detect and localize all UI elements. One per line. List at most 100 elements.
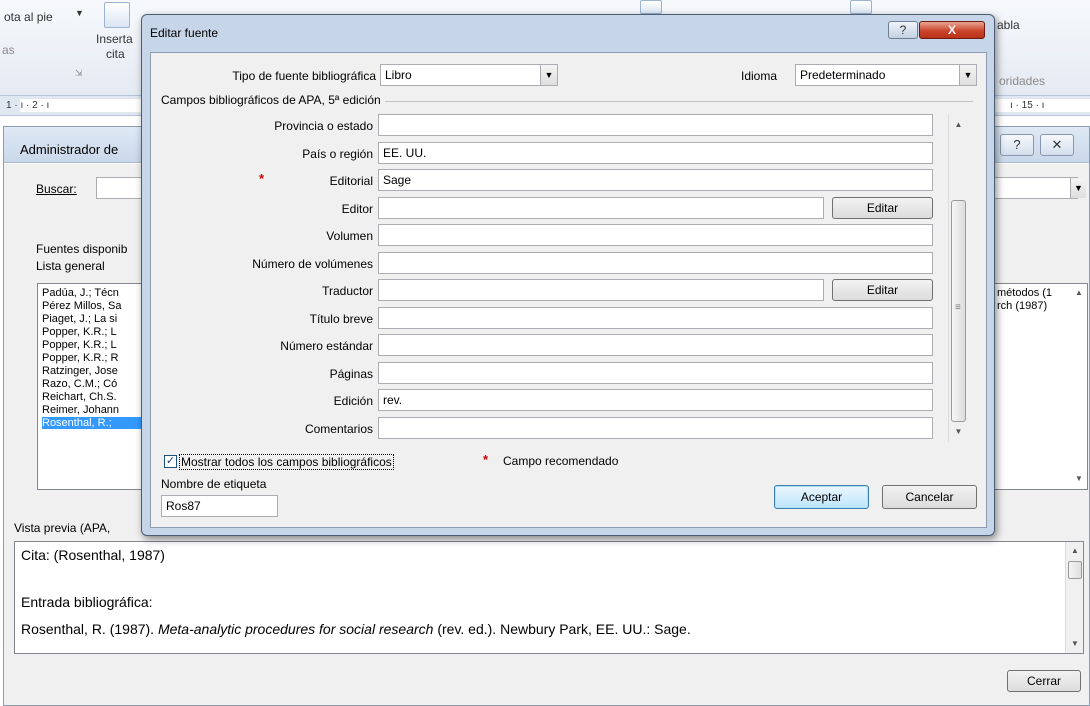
- dialog-launcher-icon[interactable]: ⇲: [75, 68, 83, 79]
- scroll-down-icon[interactable]: ▼: [1073, 474, 1085, 483]
- num-volumes-label: Número de volúmenes: [252, 257, 373, 271]
- show-all-checkbox[interactable]: ✓: [164, 455, 177, 468]
- list-item[interactable]: Pérez Millos, Sa: [42, 300, 121, 312]
- preview-citation: Cita: (Rosenthal, 1987): [21, 547, 165, 563]
- scrollbar-thumb[interactable]: ≡: [951, 200, 966, 422]
- fields-group-label: Campos bibliográficos de APA, 5ª edición: [161, 93, 385, 107]
- publisher-label: Editorial: [329, 174, 373, 188]
- scroll-down-icon[interactable]: ▼: [1066, 639, 1084, 648]
- insert-citation-icon[interactable]: [104, 2, 130, 28]
- source-type-select[interactable]: Libro ▼: [380, 64, 558, 86]
- edit-translator-button[interactable]: Editar: [832, 279, 933, 301]
- authorities-group-label: oridades: [999, 74, 1046, 88]
- volume-label: Volumen: [326, 229, 373, 243]
- scroll-up-icon[interactable]: ▲: [1066, 546, 1084, 555]
- search-label: Buscar:: [36, 182, 77, 196]
- edition-label: Edición: [333, 394, 373, 408]
- edit-source-dialog: Editar fuente ? X Tipo de fuente bibliog…: [141, 14, 995, 536]
- current-source-list[interactable]: métodos (1 rch (1987) ▲ ▼: [994, 283, 1088, 490]
- fields-scrollbar[interactable]: ▲ ≡ ▼: [948, 114, 967, 442]
- help-icon[interactable]: ?: [888, 21, 918, 39]
- source-type-value: Libro: [385, 68, 412, 82]
- editor-label: Editor: [341, 202, 373, 216]
- list-item[interactable]: Ratzinger, Jose: [42, 365, 118, 377]
- preview-label: Vista previa (APA,: [14, 521, 111, 535]
- language-select[interactable]: Predeterminado ▼: [795, 64, 977, 86]
- edit-editor-button[interactable]: Editar: [832, 197, 933, 219]
- list-item[interactable]: rch (1987): [997, 300, 1047, 312]
- close-icon[interactable]: X: [919, 21, 985, 39]
- scroll-up-icon[interactable]: ▲: [949, 120, 968, 129]
- list-item[interactable]: Popper, K.R.; L: [42, 326, 117, 338]
- preview-entry-label: Entrada bibliográfica:: [21, 594, 153, 610]
- master-list-label: Lista general: [36, 259, 105, 273]
- publisher-input[interactable]: Sage: [378, 169, 933, 191]
- preview-entry: Rosenthal, R. (1987). Meta-analytic proc…: [21, 621, 691, 637]
- table-button-label[interactable]: abla: [997, 18, 1020, 32]
- translator-label: Traductor: [322, 284, 373, 298]
- dialog-title: Editar fuente: [150, 26, 219, 40]
- source-type-label: Tipo de fuente bibliográfica: [232, 69, 376, 83]
- pages-label: Páginas: [329, 367, 373, 381]
- master-source-list[interactable]: Padúa, J.; Técn Pérez Millos, Sa Piaget, J…: [37, 283, 152, 490]
- state-label: Provincia o estado: [274, 119, 373, 133]
- required-star-icon: *: [483, 452, 489, 467]
- list-item[interactable]: Reichart, Ch.S.: [42, 391, 117, 403]
- translator-input[interactable]: [378, 279, 824, 301]
- num-volumes-input[interactable]: [378, 252, 933, 274]
- editor-input[interactable]: [378, 197, 824, 219]
- chevron-down-icon[interactable]: ▼: [540, 65, 557, 85]
- comments-input[interactable]: [378, 417, 933, 439]
- pages-input[interactable]: [378, 362, 933, 384]
- tag-name-input[interactable]: Ros87: [161, 495, 278, 517]
- list-item[interactable]: Reimer, Johann: [42, 404, 119, 416]
- list-item[interactable]: Popper, K.R.; L: [42, 339, 117, 351]
- insert-citation-label-1[interactable]: Inserta: [96, 32, 133, 46]
- scroll-up-icon[interactable]: ▲: [1073, 288, 1085, 297]
- volume-input[interactable]: [378, 224, 933, 246]
- cancel-button[interactable]: Cancelar: [882, 485, 977, 509]
- comments-label: Comentarios: [304, 422, 373, 436]
- insert-citation-label-2[interactable]: cita: [106, 47, 125, 61]
- language-value: Predeterminado: [800, 68, 886, 82]
- preview-entry-title: Meta-analytic procedures for social rese…: [157, 621, 434, 637]
- list-item[interactable]: Padúa, J.; Técn: [42, 287, 119, 299]
- scrollbar-thumb[interactable]: [1068, 561, 1082, 579]
- country-label: País o región: [302, 147, 373, 161]
- chevron-down-icon[interactable]: ▼: [1070, 178, 1086, 198]
- preview-pane: Cita: (Rosenthal, 1987) Entrada bibliogr…: [14, 541, 1084, 654]
- country-input[interactable]: EE. UU.: [378, 142, 933, 164]
- short-title-input[interactable]: [378, 307, 933, 329]
- close-icon[interactable]: ✕: [1040, 134, 1074, 156]
- edition-input[interactable]: rev.: [378, 389, 933, 411]
- standard-number-input[interactable]: [378, 334, 933, 356]
- list-item[interactable]: métodos (1: [997, 287, 1052, 299]
- ruler-right-marks: ı · 15 · ı: [1010, 100, 1045, 111]
- available-sources-label: Fuentes disponib: [36, 242, 128, 256]
- footnote-button-label[interactable]: ota al pie: [4, 10, 53, 24]
- help-icon[interactable]: ?: [1000, 134, 1034, 156]
- show-all-label[interactable]: Mostrar todos los campos bibliográficos: [179, 454, 394, 470]
- dropdown-arrow-icon[interactable]: ▼: [75, 8, 84, 18]
- sort-combo[interactable]: [994, 177, 1078, 199]
- ok-button[interactable]: Aceptar: [774, 485, 869, 509]
- list-item[interactable]: Piaget, J.; La si: [42, 313, 117, 325]
- ribbon-icon[interactable]: [640, 0, 662, 14]
- list-item[interactable]: Rosenthal, R.;: [42, 417, 150, 429]
- list-item[interactable]: Popper, K.R.; R: [42, 352, 118, 364]
- ruler-left-marks: 1 · ı · 2 · ı: [6, 100, 50, 111]
- list-item[interactable]: Razo, C.M.; Có: [42, 378, 117, 390]
- ribbon-group-label: as: [2, 43, 15, 57]
- recommended-field-label: Campo recomendado: [503, 454, 619, 468]
- standard-number-label: Número estándar: [280, 339, 373, 353]
- close-button[interactable]: Cerrar: [1007, 670, 1081, 692]
- scroll-down-icon[interactable]: ▼: [949, 427, 968, 436]
- language-label: Idioma: [741, 69, 778, 83]
- ribbon-icon[interactable]: [850, 0, 872, 14]
- state-input[interactable]: [378, 114, 933, 136]
- chevron-down-icon[interactable]: ▼: [959, 65, 976, 85]
- grip-icon: ≡: [955, 302, 961, 313]
- preview-entry-prefix: Rosenthal, R. (1987).: [21, 621, 158, 637]
- preview-scrollbar[interactable]: ▲ ▼: [1065, 542, 1083, 653]
- tag-name-label: Nombre de etiqueta: [161, 477, 267, 491]
